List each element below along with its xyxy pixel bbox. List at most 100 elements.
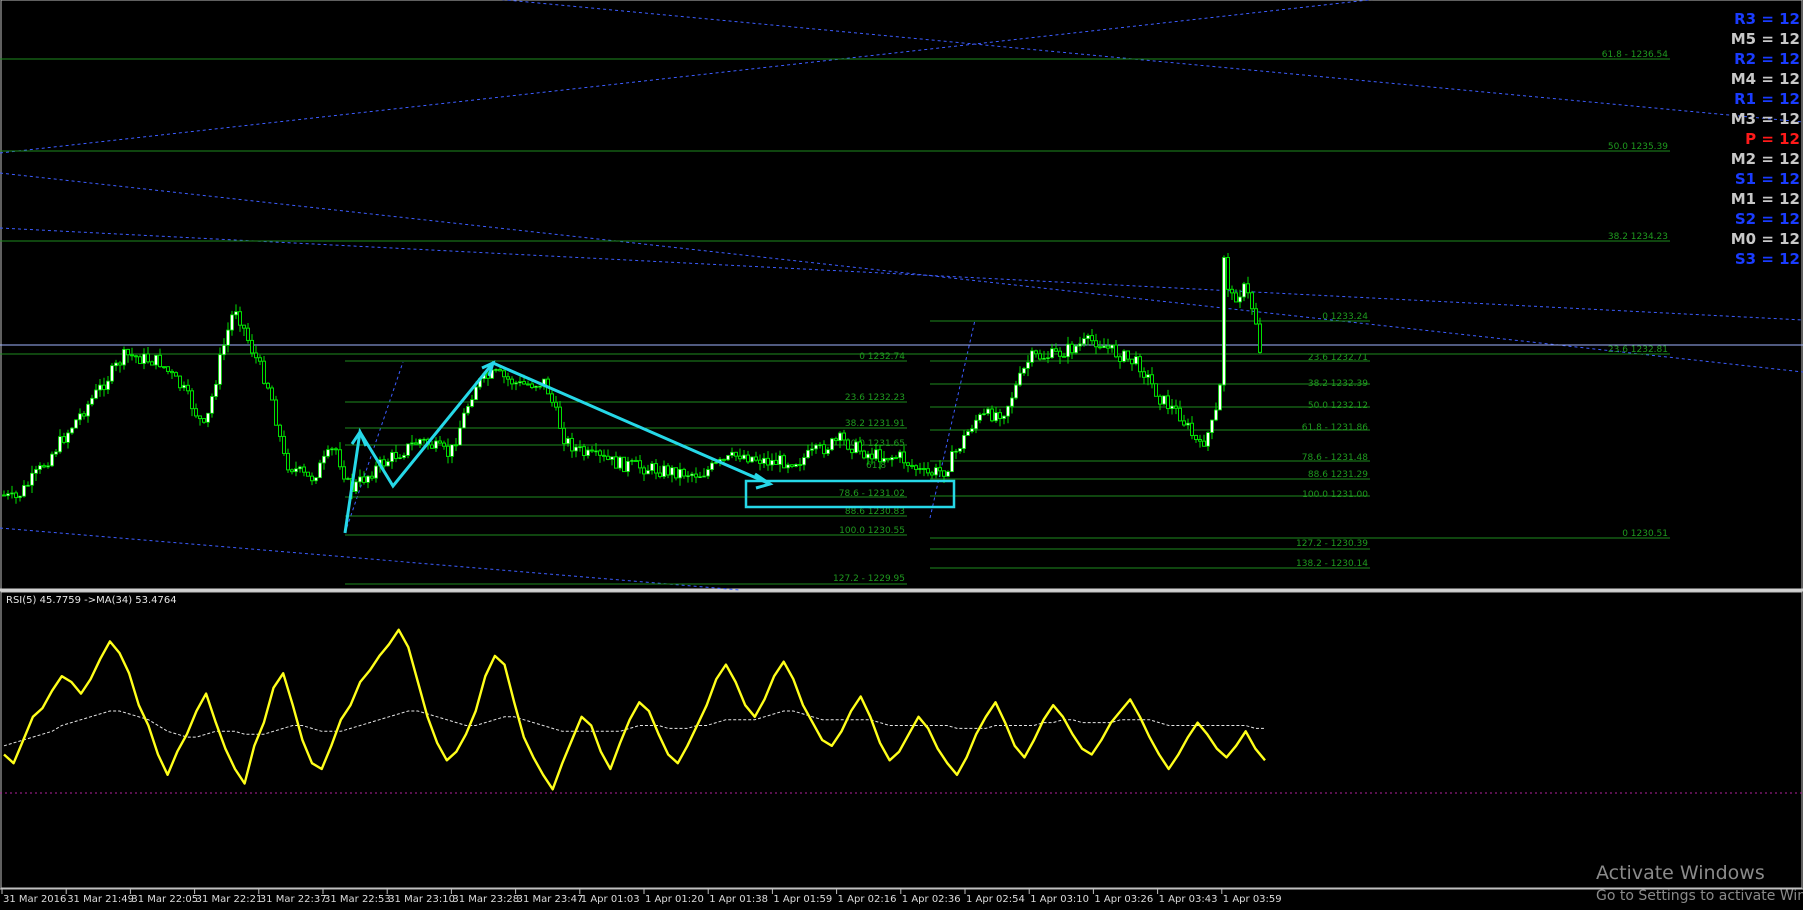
- candle-body: [298, 466, 302, 470]
- candle-body: [926, 468, 930, 474]
- candle-body: [978, 414, 982, 421]
- candle-body: [454, 444, 458, 447]
- candle-body: [1006, 405, 1010, 417]
- candle-body: [986, 408, 990, 414]
- pivot-label: S2 = 12: [1735, 210, 1800, 228]
- candle-body: [998, 412, 1002, 420]
- candle-body: [162, 366, 166, 369]
- candle-body: [218, 354, 222, 385]
- candle-body: [790, 464, 794, 467]
- candle-body: [150, 361, 154, 366]
- fib-label: 38.2 1234.23: [1608, 232, 1668, 242]
- candle-body: [294, 468, 298, 473]
- candle-body: [730, 451, 734, 456]
- candle-body: [606, 455, 610, 460]
- time-tick-label: 31 Mar 22:37: [260, 894, 327, 905]
- time-tick-label: 31 Mar 2016: [3, 894, 66, 905]
- candle-body: [602, 454, 606, 457]
- time-tick-label: 1 Apr 03:59: [1223, 894, 1282, 905]
- candle-body: [406, 443, 410, 456]
- candle-body: [242, 324, 246, 329]
- candle-body: [274, 399, 278, 426]
- channel-line: [0, 527, 741, 591]
- candle-body: [1074, 345, 1078, 354]
- candle-body: [582, 446, 586, 457]
- candle-body: [806, 449, 810, 458]
- candle-body: [22, 485, 26, 497]
- candle-body: [394, 451, 398, 460]
- pivot-label: R3 = 12: [1734, 10, 1800, 28]
- candle-body: [270, 387, 274, 401]
- candle-body: [398, 457, 402, 459]
- candle-body: [842, 432, 846, 441]
- candle-body: [694, 473, 698, 478]
- candle-body: [914, 465, 918, 470]
- price-candles: [2, 253, 1262, 504]
- candle-body: [30, 472, 34, 486]
- candle-body: [898, 451, 902, 459]
- candle-body: [822, 444, 826, 455]
- time-tick-label: 1 Apr 01:38: [709, 894, 768, 905]
- candle-body: [586, 449, 590, 456]
- candle-body: [634, 459, 638, 462]
- candle-body: [382, 459, 386, 467]
- candle-body: [630, 460, 634, 462]
- candle-body: [1178, 407, 1182, 422]
- fib-label: 78.6 - 1231.48: [1302, 453, 1368, 463]
- candle-body: [886, 457, 890, 461]
- candle-body: [230, 314, 234, 331]
- candle-body: [590, 449, 594, 452]
- fib-label: 100.0 1231.00: [1302, 490, 1368, 500]
- candle-body: [86, 403, 90, 417]
- candle-body: [494, 369, 498, 371]
- candle-body: [170, 370, 174, 374]
- candle-body: [970, 428, 974, 432]
- candle-body: [930, 472, 934, 476]
- candle-body: [734, 451, 738, 457]
- candle-body: [658, 472, 662, 478]
- candle-body: [1062, 355, 1066, 358]
- pivot-label: M4 = 12: [1731, 70, 1800, 88]
- fib-label: 50.0 1232.12: [1308, 401, 1368, 411]
- fib-label: 88.6 1230.83: [845, 507, 905, 517]
- candle-body: [390, 452, 394, 462]
- pivot-label: M1 = 12: [1731, 190, 1800, 208]
- candle-body: [430, 444, 434, 449]
- candle-body: [782, 455, 786, 469]
- candle-body: [234, 311, 238, 316]
- candle-body: [598, 450, 602, 456]
- candle-body: [130, 354, 134, 357]
- candle-body: [702, 475, 706, 478]
- candle-body: [58, 436, 62, 453]
- candle-body: [386, 461, 390, 467]
- candle-body: [946, 471, 950, 477]
- candle-body: [662, 465, 666, 477]
- candle-body: [1206, 432, 1210, 447]
- candle-body: [754, 456, 758, 461]
- candle-body: [470, 399, 474, 407]
- candle-body: [82, 413, 86, 417]
- candle-body: [798, 463, 802, 466]
- candle-body: [1202, 440, 1206, 447]
- candle-body: [566, 438, 570, 445]
- candle-body: [1238, 296, 1242, 303]
- candle-body: [550, 393, 554, 403]
- candle-body: [182, 384, 186, 389]
- candle-body: [670, 467, 674, 476]
- candle-body: [330, 448, 334, 451]
- candle-body: [142, 353, 146, 364]
- fib-label: 78.6 - 1231.02: [839, 489, 905, 499]
- candle-body: [122, 349, 126, 366]
- time-tick-label: 1 Apr 03:26: [1094, 894, 1153, 905]
- candle-body: [250, 339, 254, 354]
- candle-body: [774, 459, 778, 465]
- candle-body: [66, 432, 70, 443]
- candle-body: [530, 383, 534, 388]
- candle-body: [90, 397, 94, 405]
- candle-body: [1134, 356, 1138, 365]
- candle-body: [846, 439, 850, 450]
- candle-body: [1214, 409, 1218, 421]
- candle-body: [1158, 395, 1162, 405]
- candle-body: [318, 462, 322, 479]
- candle-body: [102, 384, 106, 391]
